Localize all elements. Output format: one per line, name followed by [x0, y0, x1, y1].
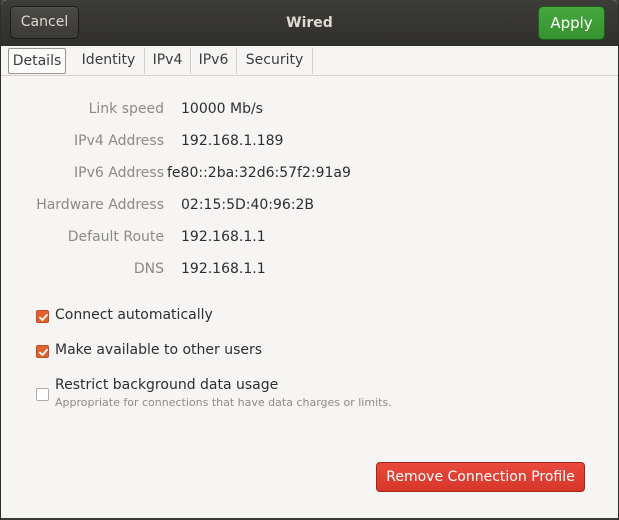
- default-route-label: Default Route: [67, 229, 164, 245]
- restrict-background-label: Restrict background data usage: [55, 377, 279, 393]
- tab-details[interactable]: Details: [8, 48, 66, 74]
- make-available-checkbox[interactable]: [36, 345, 49, 358]
- restrict-background-sublabel: Appropriate for connections that have da…: [55, 396, 392, 409]
- hardware-address-label: Hardware Address: [36, 197, 164, 213]
- link-speed-value: 10000 Mb/s: [181, 101, 263, 117]
- link-speed-label: Link speed: [88, 101, 164, 117]
- dialog-title: Wired: [286, 15, 333, 31]
- connect-automatically-label: Connect automatically: [55, 307, 213, 323]
- ipv6-address-label: IPv6 Address: [74, 165, 164, 181]
- ipv4-address-label: IPv4 Address: [74, 133, 164, 149]
- tab-security[interactable]: Security: [237, 48, 313, 74]
- dns-value: 192.168.1.1: [181, 261, 266, 277]
- hardware-address-value: 02:15:5D:40:96:2B: [181, 197, 315, 213]
- tab-ipv6[interactable]: IPv6: [191, 48, 237, 74]
- restrict-background-checkbox[interactable]: [36, 388, 49, 401]
- checkmark-icon: [39, 348, 48, 356]
- tab-identity[interactable]: Identity: [73, 48, 145, 74]
- make-available-label: Make available to other users: [55, 342, 263, 358]
- ipv4-address-value: 192.168.1.189: [181, 133, 284, 149]
- apply-button[interactable]: Apply: [538, 6, 605, 40]
- default-route-value: 192.168.1.1: [181, 229, 266, 245]
- dns-label: DNS: [133, 261, 164, 277]
- header-bar: Cancel Wired Apply: [1, 0, 618, 47]
- tab-bar: Details Identity IPv4 IPv6 Security: [1, 46, 618, 76]
- connect-automatically-checkbox[interactable]: [36, 310, 49, 323]
- tab-ipv4[interactable]: IPv4: [145, 48, 191, 74]
- remove-connection-profile-button[interactable]: Remove Connection Profile: [376, 462, 585, 492]
- checkmark-icon: [39, 313, 48, 321]
- ipv6-address-value: fe80::2ba:32d6:57f2:91a9: [167, 165, 351, 181]
- wired-settings-dialog: Cancel Wired Apply Details Identity IPv4…: [0, 0, 619, 520]
